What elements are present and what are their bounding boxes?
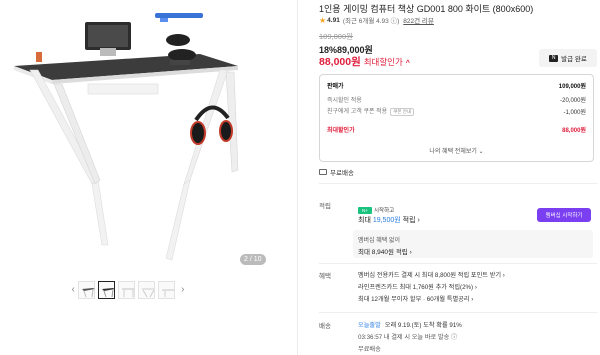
thumbnail-2[interactable] [98,281,116,299]
product-title: 1인용 게이밍 컴퓨터 책상 GD001 800 화이트 (800x600) [319,4,534,14]
section-divider [319,312,597,313]
price-row-key: 판매가 [327,83,344,90]
photo-counter: 2 / 10 [240,254,266,265]
price-row-instant-discount: 즉시할인 적용 -20,000원 [327,94,586,104]
thumbnail-5[interactable] [157,281,175,299]
free-shipping-label: 무료배송 [330,170,354,177]
price-row-key: 즉시할인 적용 [327,97,362,104]
original-price: 109,000원 [319,32,354,41]
dispatch-countdown: 03:36:57 내 결제 시 오늘 바로 발송 ⓘ [358,334,458,341]
coupon-row-label: 친구에게 고객 쿠폰 적용 [327,109,388,115]
product-gallery: 2 / 10 ‹ › [0,0,295,355]
final-price-label: 최대할인가 [363,57,403,67]
benefit-line-2[interactable]: 라인프렌즈카드 최대 1,760원 추가 적립(2%) › [358,282,477,291]
truck-icon [319,169,327,175]
price-row-value: 88,000원 [562,127,586,134]
benefit-line-1[interactable]: 멤버십 전용카드 결제 시 최대 8,800원 적립 포인트 받기 › [358,270,505,279]
naver-n-icon: N [549,54,559,62]
coupon-button-label: 발급 완료 [561,56,587,63]
price-row-key: 친구에게 고객 쿠폰 적용 쿠폰 안내 [327,106,415,116]
delivery-label: 배송 [319,323,331,330]
benefits-label: 혜택 [319,273,331,280]
points-label: 적립 [319,203,331,210]
section-divider [319,263,597,264]
points-prefix: 최대 [358,217,373,224]
view-all-benefits-link[interactable]: 나의 혜택 전체보기 ⌄ [320,146,593,155]
price-row-value: -20,000원 [560,97,586,104]
final-price-amount: 88,000원 [319,56,361,68]
price-row-key: 최대할인가 [327,127,355,134]
rating-score: 4.91 [327,16,340,24]
coupon-issued-button[interactable]: N 발급 완료 [539,49,597,67]
section-divider [319,183,597,184]
product-info: 1인용 게이밍 컴퓨터 책상 GD001 800 화이트 (800x600) ★… [305,0,600,355]
non-member-line1: 멤버십 혜택 없이 [358,238,400,244]
price-row-value: -1,000원 [563,109,586,116]
thumbnail-3[interactable] [118,281,136,299]
price-row-sale: 판매가 109,000원 [327,80,586,90]
price-row-max-discount: 최대할인가 88,000원 [327,124,586,134]
final-price[interactable]: 88,000원 최대할인가 ^ [319,54,410,69]
product-main-image[interactable] [0,0,295,270]
today-dispatch-tag: 오늘출발 [358,322,381,329]
column-divider [297,0,298,355]
max-points-link[interactable]: 최대 19,500원 적립 › [358,215,420,225]
rating-meta: (최근 6개월 4.93 ⓘ) [342,18,400,25]
badge-text: 시작하고 [374,208,395,214]
thumbnail-4[interactable] [137,281,155,299]
delivery-free: 무료배송 [358,346,381,353]
start-membership-button[interactable]: 멤버십 시작하기 [537,208,591,222]
naver-plus-badge: N+ 시작하고 [358,206,394,214]
free-shipping: 무료배송 [319,167,354,177]
arrival-estimate: 오래 9.19.(토) 도착 확률 91% [384,322,462,329]
non-member-points-box[interactable]: 멤버십 혜택 없이 최대 8,940원 적립 › [353,230,593,258]
star-icon: ★ [319,15,327,25]
thumb-prev-icon[interactable]: ‹ [68,280,78,300]
rating-row: ★ 4.91 (최근 6개월 4.93 ⓘ) 822건 리뷰 [319,15,434,26]
thumbnail-1[interactable] [78,281,96,299]
non-member-line2: 최대 8,940원 적립 › [358,249,412,256]
price-row-value: 109,000원 [558,83,586,90]
price-row-coupon: 친구에게 고객 쿠폰 적용 쿠폰 안내 -1,000원 [327,106,586,116]
thumb-next-icon[interactable]: › [178,280,188,300]
delivery-today: 오늘출발 오래 9.19.(토) 도착 확률 91% [358,320,462,329]
thumbnail-strip: ‹ › [68,280,188,300]
benefit-line-3[interactable]: 최대 12개월 무이자 할부 · 60개월 특별공리 › [358,294,473,303]
points-suffix: 적립 › [400,217,420,224]
points-amount: 19,500원 [372,217,401,224]
coupon-info-chip[interactable]: 쿠폰 안내 [390,108,415,116]
chevron-up-icon: ^ [405,60,410,67]
price-breakdown-box: 판매가 109,000원 즉시할인 적용 -20,000원 친구에게 고객 쿠폰… [319,74,594,162]
naver-plus-icon: N+ [358,206,372,214]
reviews-link[interactable]: 822건 리뷰 [403,15,434,25]
